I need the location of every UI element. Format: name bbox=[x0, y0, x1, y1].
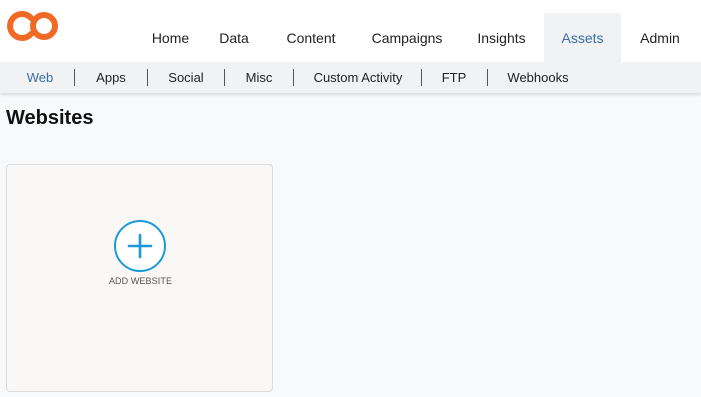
add-website-button[interactable] bbox=[114, 220, 166, 272]
nav-insights[interactable]: Insights bbox=[467, 13, 536, 62]
nav-content[interactable]: Content bbox=[275, 13, 347, 62]
subnav-divider bbox=[487, 69, 488, 86]
subnav-divider bbox=[74, 69, 75, 86]
nav-assets[interactable]: Assets bbox=[544, 13, 621, 62]
subnav-divider bbox=[421, 69, 422, 86]
subnav-apps[interactable]: Apps bbox=[84, 62, 138, 93]
nav-home[interactable]: Home bbox=[143, 13, 198, 62]
main-nav: Home Data Content Campaigns Insights Ass… bbox=[0, 0, 701, 62]
subnav-custom-activity[interactable]: Custom Activity bbox=[303, 62, 413, 93]
nav-admin[interactable]: Admin bbox=[631, 13, 689, 62]
subnav-misc[interactable]: Misc bbox=[234, 62, 284, 93]
subnav-divider bbox=[147, 69, 148, 86]
subnav-webhooks[interactable]: Webhooks bbox=[496, 62, 580, 93]
sub-nav: Web Apps Social Misc Custom Activity FTP… bbox=[0, 62, 701, 93]
nav-campaigns[interactable]: Campaigns bbox=[364, 13, 450, 62]
add-website-card[interactable]: ADD WEBSITE bbox=[6, 164, 273, 392]
plus-circle-icon bbox=[127, 233, 153, 259]
subnav-ftp[interactable]: FTP bbox=[431, 62, 477, 93]
page-title: Websites bbox=[6, 107, 94, 129]
nav-data[interactable]: Data bbox=[209, 13, 259, 62]
subnav-social[interactable]: Social bbox=[157, 62, 215, 93]
top-bar: Home Data Content Campaigns Insights Ass… bbox=[0, 0, 701, 62]
subnav-web[interactable]: Web bbox=[15, 62, 65, 93]
add-website-label: ADD WEBSITE bbox=[108, 276, 173, 286]
subnav-divider bbox=[293, 69, 294, 86]
subnav-divider bbox=[224, 69, 225, 86]
